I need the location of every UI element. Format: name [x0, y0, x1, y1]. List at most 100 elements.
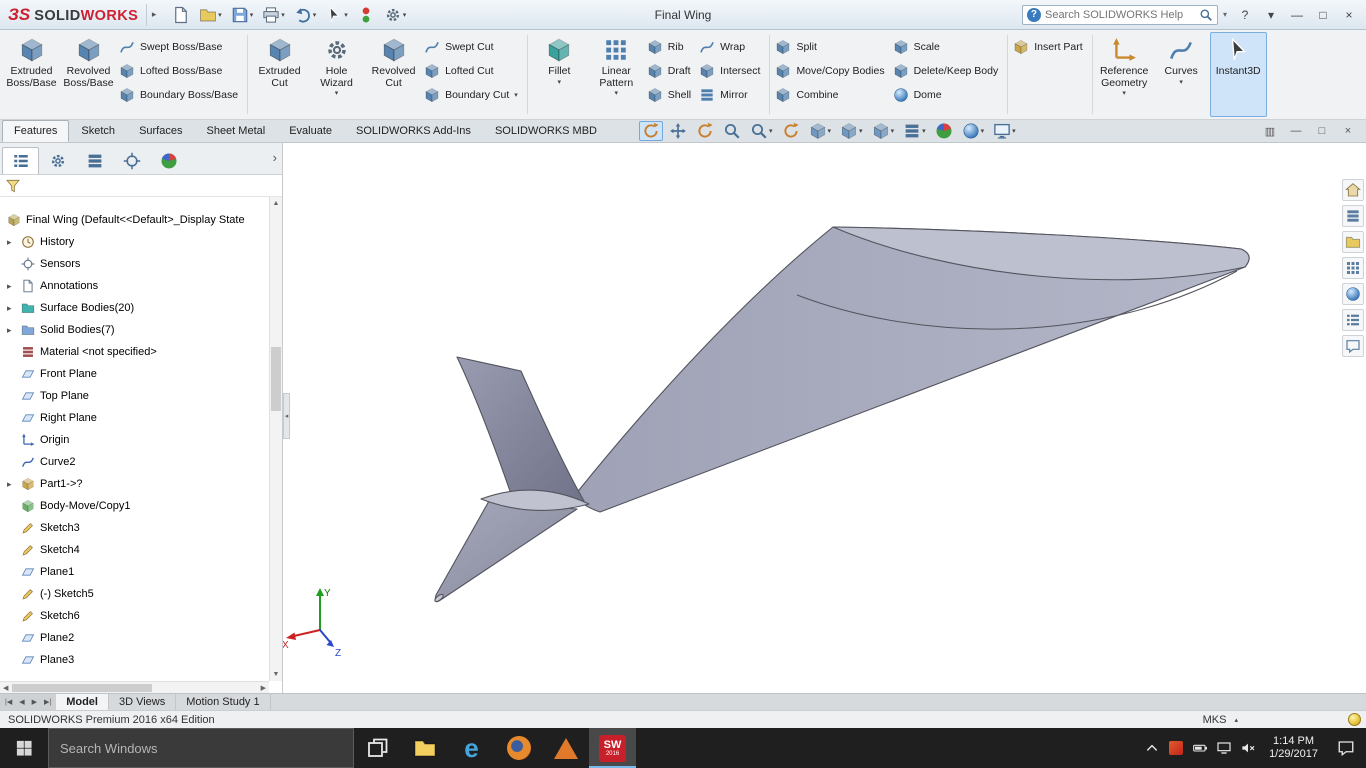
view-palette-button[interactable]	[1342, 257, 1364, 279]
dock-document-button[interactable]: ▥	[1260, 122, 1280, 140]
volume-muted-tray-button[interactable]	[1237, 728, 1259, 768]
tab-scroll-first-button[interactable]: |◀	[2, 698, 15, 706]
split-button[interactable]: Split	[774, 37, 887, 56]
tab-sketch[interactable]: Sketch	[69, 120, 127, 142]
tree-filter-bar[interactable]	[0, 175, 282, 197]
intersect-button[interactable]: Intersect	[698, 61, 763, 80]
propertymanager-tab[interactable]	[39, 147, 76, 174]
tree-item-solid-bodies[interactable]: ▸ Solid Bodies(7)	[0, 319, 269, 341]
rib-button[interactable]: Rib	[646, 37, 694, 56]
tab-solidworks-mbd[interactable]: SOLIDWORKS MBD	[483, 120, 609, 142]
hide-show-items-button[interactable]: ▾	[900, 121, 929, 141]
rotate-view-button[interactable]	[693, 121, 717, 141]
tree-item-body-move-copy1[interactable]: Body-Move/Copy1	[0, 495, 269, 517]
action-center-button[interactable]	[1328, 739, 1364, 757]
open-button[interactable]: ▾	[196, 3, 225, 27]
lofted-boss-base-button[interactable]: Lofted Boss/Base	[118, 61, 241, 80]
tree-item-final-wing-root[interactable]: Final Wing (Default<<Default>_Display St…	[0, 209, 269, 231]
dimxpertmanager-tab[interactable]	[113, 147, 150, 174]
redraw-button[interactable]	[639, 121, 664, 141]
featuremanager-tab[interactable]	[2, 147, 39, 174]
tab-scroll-next-button[interactable]: ▶	[29, 698, 40, 706]
tree-item-sketch4[interactable]: Sketch4	[0, 539, 269, 561]
linear-pattern-button[interactable]: Linear Pattern ▾	[588, 32, 645, 117]
delete-keep-body-button[interactable]: Delete/Keep Body	[892, 61, 1002, 80]
scrollbar-thumb[interactable]	[271, 347, 281, 411]
configurationmanager-tab[interactable]	[76, 147, 113, 174]
swept-boss-base-button[interactable]: Swept Boss/Base	[118, 37, 241, 56]
revolved-boss-base-button[interactable]: Revolved Boss/Base	[60, 32, 117, 117]
unit-system-dropdown-icon[interactable]: ▴	[1234, 716, 1238, 724]
wing-lower-strake[interactable]	[434, 500, 578, 603]
battery-tray-button[interactable]	[1189, 728, 1211, 768]
taskbar-search-box[interactable]	[48, 728, 354, 768]
expand-arrow-icon[interactable]: ▸	[4, 237, 21, 248]
panel-expand-icon[interactable]: ›	[273, 150, 277, 165]
scroll-up-icon[interactable]: ▲	[270, 197, 282, 210]
options-button[interactable]: ▾	[381, 3, 410, 27]
draft-button[interactable]: Draft	[646, 61, 694, 80]
extruded-cut-button[interactable]: Extruded Cut	[251, 32, 308, 117]
custom-properties-button[interactable]	[1342, 309, 1364, 331]
section-view-button[interactable]: ▾	[806, 121, 835, 141]
restore-document-button[interactable]: □	[1312, 122, 1332, 140]
previous-view-button[interactable]	[779, 121, 803, 141]
taskbar-clock[interactable]: 1:14 PM 1/29/2017	[1261, 735, 1326, 761]
expand-arrow-icon[interactable]: ▸	[4, 325, 21, 336]
scroll-left-icon[interactable]: ◀	[3, 684, 8, 692]
tab-features[interactable]: Features	[2, 120, 70, 142]
expand-arrow-icon[interactable]: ▸	[4, 479, 21, 490]
view-orientation-button[interactable]: ▾	[837, 121, 866, 141]
swept-cut-button[interactable]: Swept Cut	[423, 37, 521, 56]
maximize-button[interactable]: □	[1310, 4, 1336, 26]
design-library-button[interactable]	[1342, 205, 1364, 227]
mirror-button[interactable]: Mirror	[698, 85, 763, 104]
tree-item-plane2[interactable]: Plane2	[0, 627, 269, 649]
displaymanager-tab[interactable]	[150, 147, 187, 174]
tree-item-plane3[interactable]: Plane3	[0, 649, 269, 671]
tree-item-sketch6[interactable]: Sketch6	[0, 605, 269, 627]
wrap-button[interactable]: Wrap	[698, 37, 763, 56]
edge-taskbar-button[interactable]: e	[448, 728, 495, 768]
tree-item-origin[interactable]: Origin	[0, 429, 269, 451]
new-button[interactable]	[169, 3, 193, 27]
tree-item-front-plane[interactable]: Front Plane	[0, 363, 269, 385]
file-explorer-button[interactable]	[1342, 231, 1364, 253]
panel-splitter-handle[interactable]: ◂	[283, 393, 290, 439]
doc-tab-model[interactable]: Model	[56, 694, 109, 710]
help-search-box[interactable]: ?	[1021, 4, 1218, 25]
matlab-taskbar-button[interactable]	[542, 728, 589, 768]
help-button[interactable]: ?	[1232, 4, 1258, 26]
appearances-scenes-button[interactable]	[1342, 283, 1364, 305]
expand-arrow-icon[interactable]: ▸	[4, 303, 21, 314]
pan-button[interactable]	[666, 121, 690, 141]
graphics-viewport[interactable]: Y X Z ◂	[283, 143, 1366, 693]
scroll-down-icon[interactable]: ▼	[270, 668, 282, 681]
scroll-right-icon[interactable]: ▶	[261, 684, 266, 692]
view-settings-button[interactable]: ▾	[990, 121, 1019, 141]
tab-solidworks-add-ins[interactable]: SOLIDWORKS Add-Ins	[344, 120, 483, 142]
apply-scene-button[interactable]: ▾	[959, 121, 988, 141]
panel-horizontal-scrollbar[interactable]: ◀ ▶	[0, 681, 269, 693]
toolbar-expand-arrow-icon[interactable]: ▸	[146, 3, 161, 26]
tree-item-plane1[interactable]: Plane1	[0, 561, 269, 583]
help-menu-button[interactable]: ▾	[1258, 4, 1284, 26]
scale-button[interactable]: Scale	[892, 37, 1002, 56]
tree-item-top-plane[interactable]: Top Plane	[0, 385, 269, 407]
expand-arrow-icon[interactable]: ▸	[4, 281, 21, 292]
hole-wizard-button[interactable]: Hole Wizard ▾	[308, 32, 365, 117]
tree-item-annotations[interactable]: ▸ Annotations	[0, 275, 269, 297]
tree-item-sensors[interactable]: Sensors	[0, 253, 269, 275]
extruded-boss-base-button[interactable]: Extruded Boss/Base	[3, 32, 60, 117]
help-search-input[interactable]	[1044, 8, 1195, 21]
instant3d-button[interactable]: Instant3D	[1209, 32, 1267, 117]
shell-button[interactable]: Shell	[646, 85, 694, 104]
solidworks-taskbar-button[interactable]: SW 2016	[589, 728, 636, 768]
firefox-taskbar-button[interactable]	[495, 728, 542, 768]
print-button[interactable]: ▾	[259, 3, 288, 27]
insert-part-button[interactable]: Insert Part	[1012, 37, 1085, 56]
tree-item-history[interactable]: ▸ History	[0, 231, 269, 253]
tree-item-surface-bodies[interactable]: ▸ Surface Bodies(20)	[0, 297, 269, 319]
tree-item-right-plane[interactable]: Right Plane	[0, 407, 269, 429]
minimize-button[interactable]: —	[1284, 4, 1310, 26]
